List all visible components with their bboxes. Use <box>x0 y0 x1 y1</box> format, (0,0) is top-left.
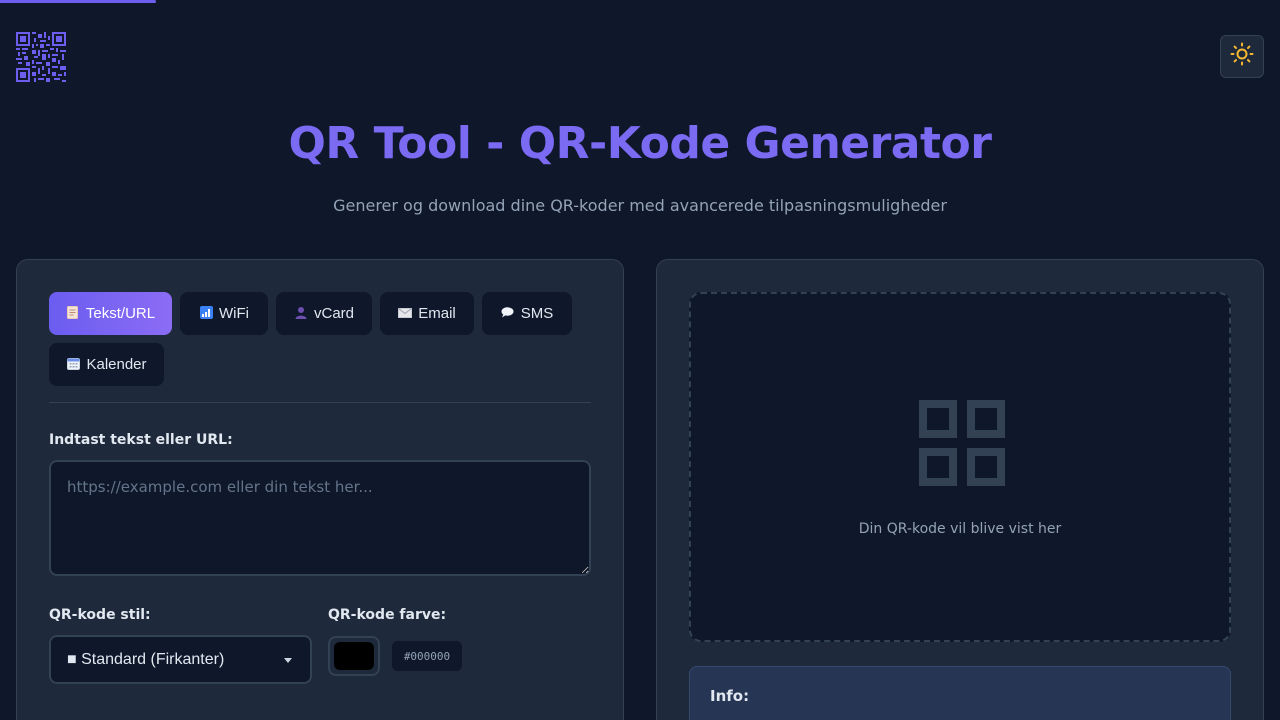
qr-style-selected: ■ Standard (Firkanter) <box>67 650 225 668</box>
tab-wifi[interactable]: WiFi <box>180 292 268 335</box>
page-subtitle: Generer og download dine QR-koder med av… <box>333 196 947 215</box>
envelope-icon <box>398 307 413 321</box>
qr-color-picker[interactable] <box>328 636 380 676</box>
page-progress-bar <box>0 0 156 3</box>
qr-grid-icon <box>919 400 1005 486</box>
qr-style-select[interactable]: ■ Standard (Firkanter) <box>49 635 312 684</box>
qr-code-icon[interactable] <box>16 32 66 82</box>
color-hex-value: #000000 <box>392 641 462 671</box>
sun-icon <box>1230 42 1254 71</box>
calendar-icon <box>66 357 80 373</box>
tab-label: Kalender <box>86 356 147 373</box>
speech-bubble-icon <box>501 306 515 321</box>
tab-label: Email <box>418 305 456 322</box>
theme-toggle-button[interactable] <box>1220 35 1264 78</box>
text-input-label: Indtast tekst eller URL: <box>49 432 233 448</box>
color-label: QR-kode farve: <box>328 607 447 623</box>
qr-placeholder-text: Din QR-kode vil blive vist her <box>858 521 1062 537</box>
text-url-input[interactable] <box>49 460 591 576</box>
qr-preview-area: Din QR-kode vil blive vist her <box>689 292 1231 642</box>
tab-sms[interactable]: SMS <box>482 292 572 335</box>
tab-vcard[interactable]: vCard <box>276 292 372 335</box>
tab-label: SMS <box>520 305 554 322</box>
info-title: Info: <box>710 687 750 705</box>
document-icon <box>66 305 80 322</box>
page-title: QR Tool - QR-Kode Generator <box>288 118 992 169</box>
person-icon <box>294 306 308 322</box>
chevron-down-icon <box>284 658 292 663</box>
style-label: QR-kode stil: <box>49 607 151 623</box>
tab-label: vCard <box>313 305 354 322</box>
input-panel: Tekst/URL WiFi vCard Email SMS Kalender … <box>16 259 624 720</box>
tab-label: Tekst/URL <box>85 305 156 322</box>
signal-bars-icon <box>199 305 213 322</box>
info-box: Info: <box>689 666 1231 720</box>
tab-label: WiFi <box>219 305 249 322</box>
tab-text-url[interactable]: Tekst/URL <box>49 292 172 335</box>
preview-panel: Din QR-kode vil blive vist her Info: <box>656 259 1264 720</box>
tab-email[interactable]: Email <box>380 292 474 335</box>
tab-calendar[interactable]: Kalender <box>49 343 164 386</box>
tabs-divider <box>49 402 591 403</box>
color-swatch-fill <box>334 642 374 670</box>
